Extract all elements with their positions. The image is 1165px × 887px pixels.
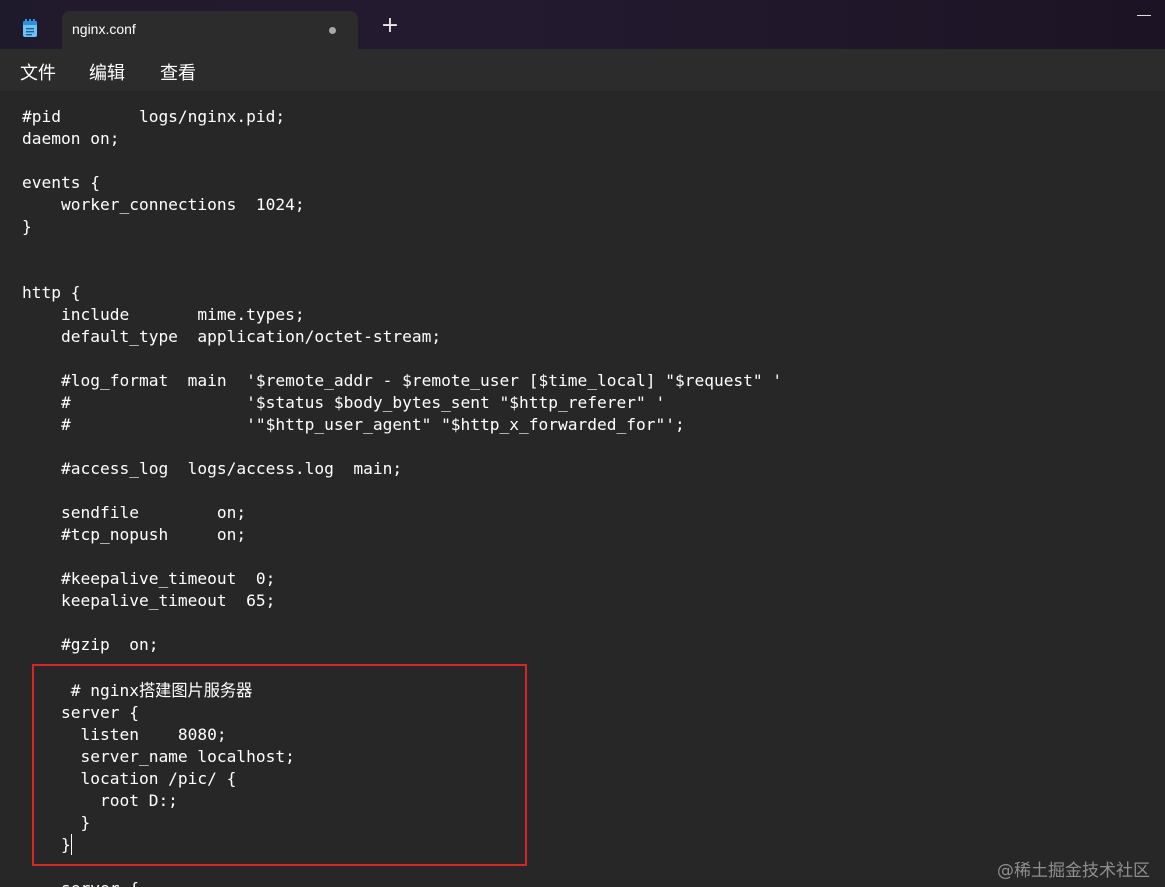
code-line: keepalive_timeout 65; [22,591,276,610]
code-line: default_type application/octet-stream; [22,327,442,346]
menu-file[interactable]: 文件 [20,59,56,85]
code-line: #pid logs/nginx.pid; [22,107,286,126]
text-caret [71,834,72,855]
highlight-box [32,664,527,866]
code-line: sendfile on; [22,503,247,522]
code-line: #log_format main '$remote_addr - $remote… [22,371,783,390]
code-line: events { [22,173,100,192]
tab-nginx-conf[interactable]: nginx.conf [62,11,358,49]
new-tab-button[interactable]: + [380,15,400,37]
notepad-icon [23,19,37,37]
code-line: } [22,217,32,236]
code-line: server { [22,878,139,887]
menu-view[interactable]: 查看 [160,59,196,85]
code-line: #access_log logs/access.log main; [22,459,403,478]
code-line: worker_connections 1024; [22,195,305,214]
code-line: include mime.types; [22,305,305,324]
menu-bar: 文件 编辑 查看 [0,49,1165,91]
code-line: # '"$http_user_agent" "$http_x_forwarded… [22,415,685,434]
code-line: # '$status $body_bytes_sent "$http_refer… [22,393,666,412]
tab-title: nginx.conf [72,21,136,37]
code-line: #gzip on; [22,635,159,654]
title-bar: nginx.conf + [0,0,1165,49]
code-line: #tcp_nopush on; [22,525,247,544]
minimize-icon[interactable] [1137,15,1151,16]
code-line: http { [22,283,81,302]
watermark: @稀土掘金技术社区 [997,861,1150,881]
unsaved-dot-icon[interactable] [329,27,336,34]
text-editor[interactable]: #pid logs/nginx.pid; daemon on; events {… [0,91,1165,887]
menu-edit[interactable]: 编辑 [89,59,125,85]
code-line: #keepalive_timeout 0; [22,569,276,588]
code-line: daemon on; [22,129,120,148]
